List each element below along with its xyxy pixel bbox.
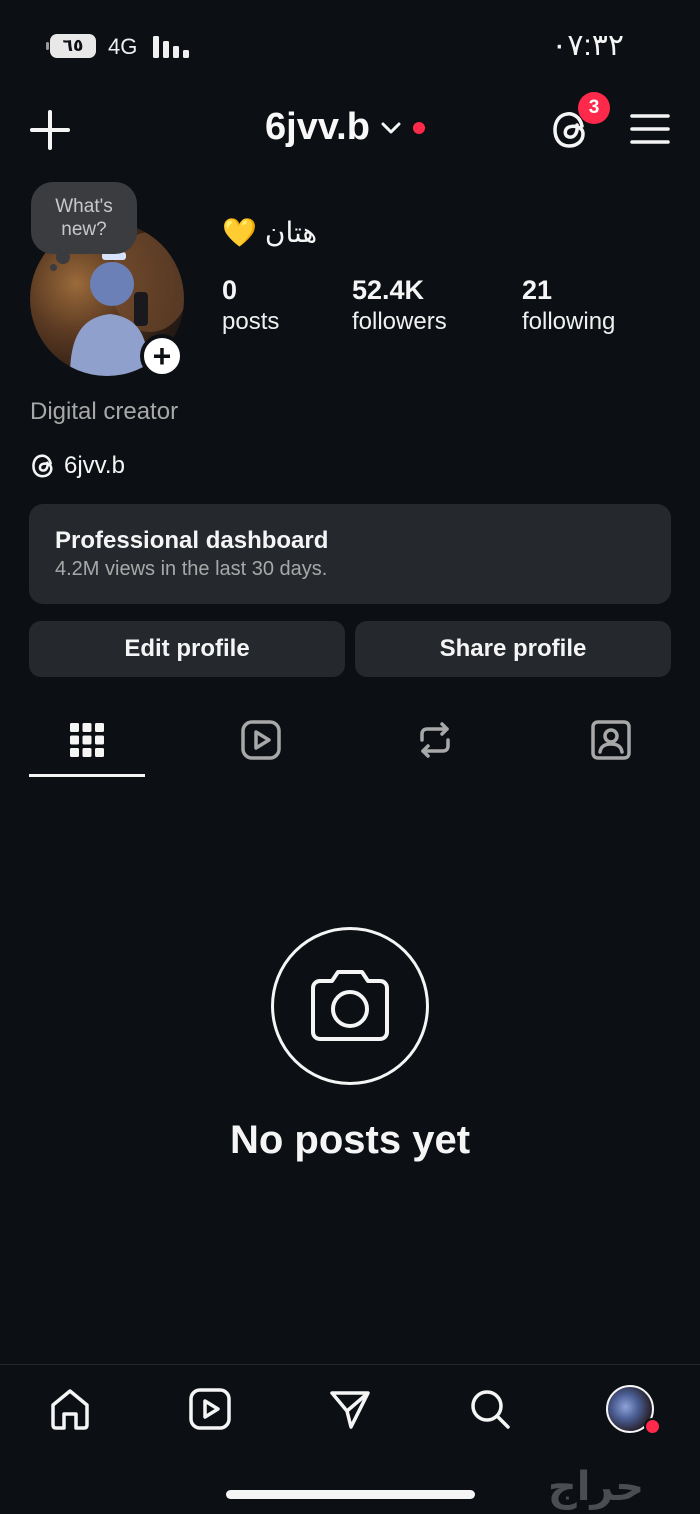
unread-dot-icon xyxy=(412,121,425,134)
dashboard-subtitle: 4.2M views in the last 30 days. xyxy=(55,558,328,580)
battery-indicator: ٦٥ xyxy=(46,34,96,58)
dashboard-title: Professional dashboard xyxy=(55,527,329,554)
network-type: 4G xyxy=(108,34,138,59)
professional-dashboard-card[interactable]: Professional dashboard 4.2M views in the… xyxy=(29,504,671,604)
note-text: What's new? xyxy=(55,196,113,240)
home-indicator[interactable] xyxy=(226,1490,475,1499)
stat-label: followers xyxy=(352,308,447,335)
threads-profile-link[interactable]: 6jvv.b xyxy=(30,452,125,480)
note-bubble-tail xyxy=(56,250,70,264)
tagged-icon[interactable] xyxy=(589,718,633,762)
display-name-text: هتان xyxy=(264,217,318,248)
display-name: 💛 هتان xyxy=(222,216,317,249)
empty-state-circle xyxy=(271,927,429,1085)
header-username: 6jvv.b xyxy=(265,106,370,148)
heart-emoji: 💛 xyxy=(222,217,257,248)
messages-icon[interactable] xyxy=(327,1386,373,1432)
selected-tab-indicator xyxy=(29,774,145,777)
note-bubble[interactable]: What's new? xyxy=(31,182,137,254)
stat-label: following xyxy=(522,308,616,335)
status-time: ٠٧:٣٢ xyxy=(551,29,624,62)
threads-handle: 6jvv.b xyxy=(64,452,125,479)
nav-divider xyxy=(0,1364,700,1365)
reposts-icon[interactable] xyxy=(413,718,457,762)
chevron-down-icon xyxy=(381,122,401,133)
haraj-watermark: حراج xyxy=(548,1464,644,1510)
watermark-text: حراج xyxy=(548,1464,644,1510)
menu-icon[interactable] xyxy=(630,112,670,146)
note-bubble-tail-small xyxy=(50,264,57,271)
threads-small-icon xyxy=(32,454,53,478)
threads-badge: 3 xyxy=(578,92,610,124)
signal-icon xyxy=(153,36,189,58)
camera-icon xyxy=(311,970,389,1041)
grid-icon[interactable] xyxy=(65,718,109,762)
stat-label: posts xyxy=(222,308,280,335)
stat-value: 52.4K xyxy=(352,275,425,305)
stat-followers[interactable]: 52.4K followers xyxy=(352,274,447,338)
reels-icon[interactable] xyxy=(187,1386,233,1432)
account-switcher[interactable]: 6jvv.b xyxy=(265,106,426,149)
share-profile-button[interactable]: Share profile xyxy=(355,621,671,677)
profile-notification-dot xyxy=(644,1418,661,1435)
stat-value: 0 xyxy=(222,275,238,305)
battery-level: ٦٥ xyxy=(62,36,84,55)
search-icon[interactable] xyxy=(467,1386,513,1432)
profile-category: Digital creator xyxy=(30,398,179,425)
edit-profile-button[interactable]: Edit profile xyxy=(29,621,345,677)
reels-tab-icon[interactable] xyxy=(239,718,283,762)
stat-posts: 0 posts xyxy=(222,274,279,338)
create-plus-icon[interactable] xyxy=(28,108,72,152)
add-story-button[interactable]: + xyxy=(140,334,184,378)
stat-following[interactable]: 21 following xyxy=(522,274,615,338)
stat-value: 21 xyxy=(522,275,553,305)
empty-state-text: No posts yet xyxy=(229,1118,471,1162)
home-icon[interactable] xyxy=(47,1386,93,1432)
